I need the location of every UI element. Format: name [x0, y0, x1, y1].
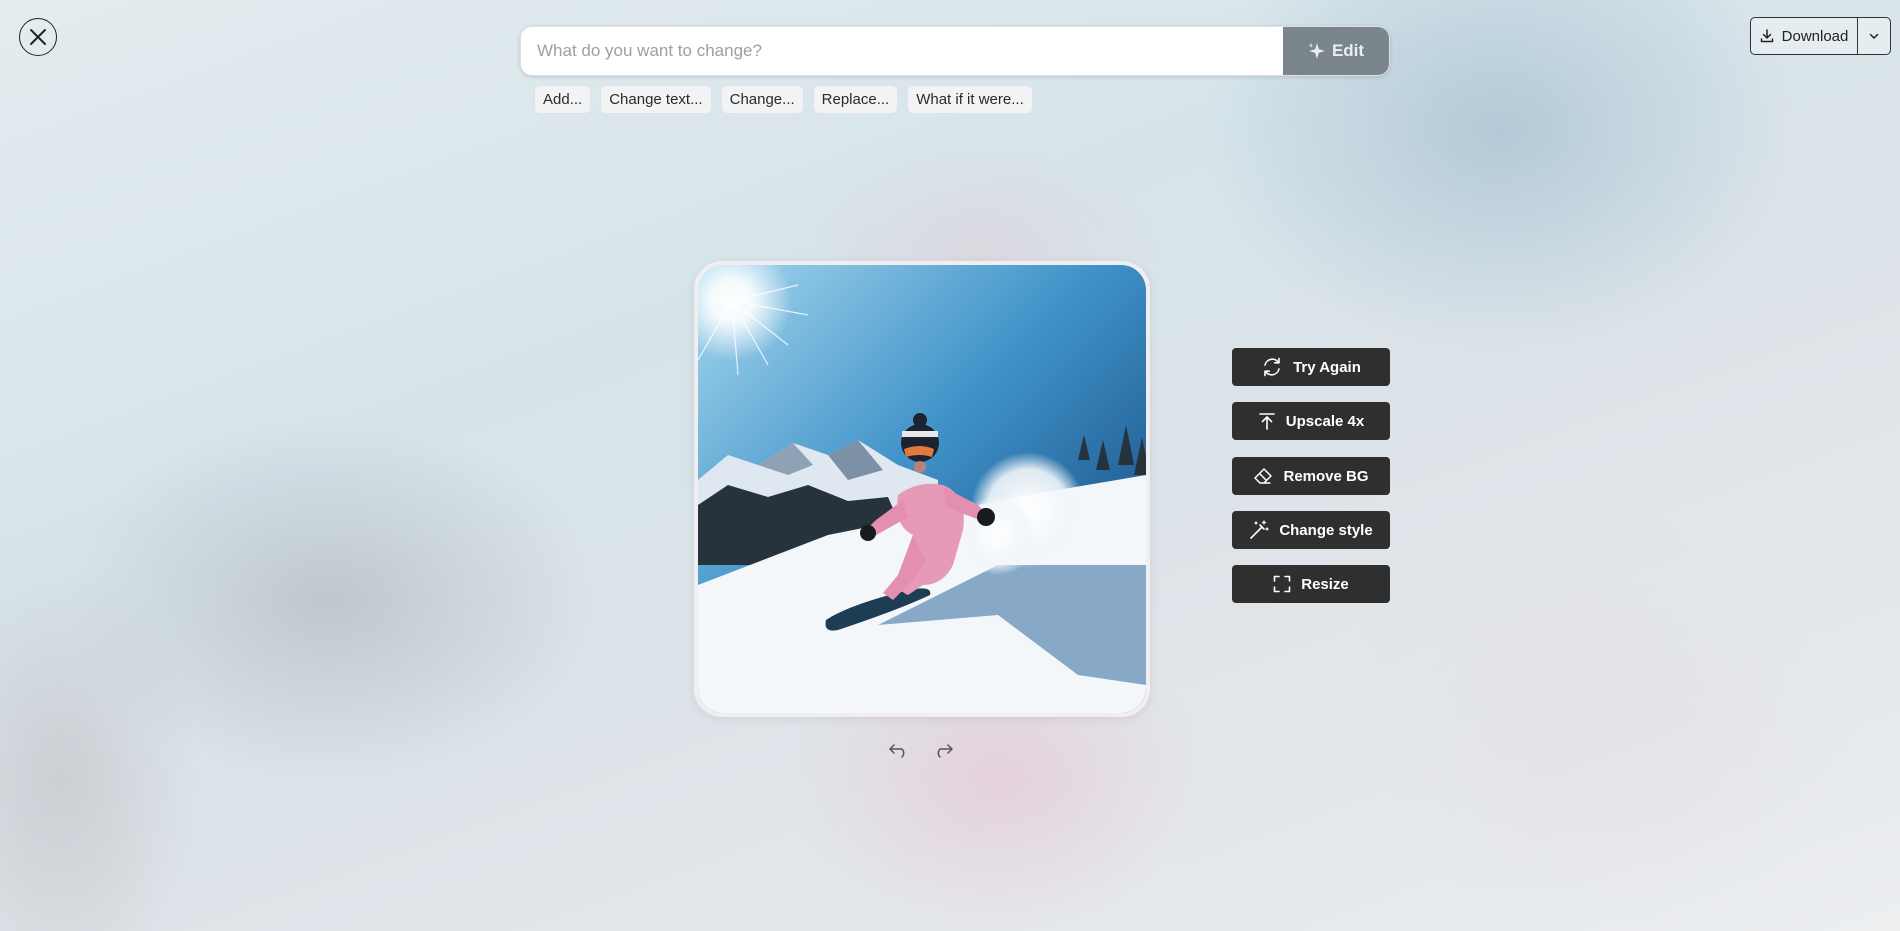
generated-image[interactable] [698, 265, 1146, 713]
chip-replace[interactable]: Replace... [812, 85, 899, 114]
redo-icon [937, 744, 953, 758]
edit-label: Edit [1331, 41, 1365, 60]
download-icon [1760, 29, 1773, 43]
close-button[interactable] [19, 18, 57, 56]
change-style-label: Change style [1279, 521, 1373, 539]
close-icon [30, 29, 46, 45]
chip-add[interactable]: Add... [534, 85, 592, 114]
download-options-button[interactable] [1858, 18, 1890, 54]
generated-image-frame [694, 261, 1150, 717]
chip-change[interactable]: Change... [720, 85, 804, 114]
redo-button[interactable] [932, 742, 954, 758]
download-label: Download [1781, 27, 1849, 45]
suggestion-chips: Add... Change text... Change... Replace.… [534, 85, 1033, 114]
prompt-bar: Edit [520, 26, 1390, 76]
try-again-label: Try Again [1293, 358, 1361, 376]
undo-icon [889, 744, 905, 758]
action-panel: Try Again Upscale 4x Remove BG Change st… [1232, 348, 1390, 619]
chevron-down-icon [1869, 33, 1879, 39]
refresh-icon [1264, 357, 1280, 377]
remove-bg-button[interactable]: Remove BG [1232, 457, 1390, 495]
upscale-label: Upscale 4x [1285, 412, 1365, 430]
chip-change-text[interactable]: Change text... [600, 85, 712, 114]
undo-button[interactable] [888, 742, 910, 758]
magic-wand-icon [1250, 520, 1269, 539]
history-controls [888, 742, 954, 758]
remove-bg-label: Remove BG [1283, 467, 1369, 485]
crop-frame-icon [1273, 575, 1291, 593]
try-again-button[interactable]: Try Again [1232, 348, 1390, 386]
chip-what-if[interactable]: What if it were... [907, 85, 1033, 114]
resize-label: Resize [1301, 575, 1349, 593]
arrow-up-icon [1258, 413, 1275, 430]
change-style-button[interactable]: Change style [1232, 511, 1390, 549]
upscale-button[interactable]: Upscale 4x [1232, 402, 1390, 440]
edit-button[interactable]: Edit [1283, 27, 1389, 75]
download-split-button: Download [1750, 17, 1891, 55]
prompt-input[interactable] [521, 27, 1283, 75]
sparkle-icon [1308, 43, 1325, 59]
eraser-icon [1254, 468, 1273, 484]
download-button[interactable]: Download [1751, 18, 1858, 54]
resize-button[interactable]: Resize [1232, 565, 1390, 603]
